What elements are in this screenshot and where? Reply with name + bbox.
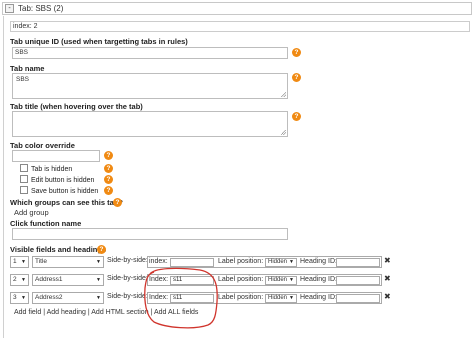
resize-grip-icon[interactable] <box>281 92 286 97</box>
index-input[interactable]: s11 <box>170 276 214 285</box>
heading-id-input[interactable] <box>336 294 380 303</box>
color-input[interactable] <box>12 150 100 162</box>
index-label: Index: <box>149 294 169 301</box>
add-group-link[interactable]: Add group <box>14 208 49 217</box>
add-heading-link[interactable]: Add heading <box>47 309 86 316</box>
color-label: Tab color override <box>10 141 75 150</box>
field-select[interactable]: Title ▼ <box>32 256 104 268</box>
label-position-label: Label position: <box>218 276 264 283</box>
checkbox-box[interactable] <box>20 164 28 172</box>
help-icon[interactable]: ? <box>97 245 106 254</box>
tab-settings-panel: index: 2 Tab unique ID (used when target… <box>3 16 473 338</box>
help-icon[interactable]: ? <box>104 186 113 195</box>
unique-id-input[interactable]: SBS <box>12 47 288 59</box>
delete-icon[interactable]: ✖ <box>384 274 391 283</box>
index-label: index: <box>149 258 168 265</box>
tab-name-label: Tab name <box>10 64 45 73</box>
field-select[interactable]: Address1 ▼ <box>32 274 104 286</box>
separator: | <box>150 309 153 316</box>
click-function-label: Click function name <box>10 219 82 228</box>
visible-fields-label: Visible fields and headings <box>10 245 107 254</box>
help-icon[interactable]: ? <box>113 198 122 207</box>
chevron-down-icon: ▼ <box>289 295 294 301</box>
tab-name-input[interactable]: SBS <box>12 73 288 99</box>
checkbox-box[interactable] <box>20 175 28 183</box>
label-position-select[interactable]: Hidden ▼ <box>265 276 297 285</box>
separator: | <box>43 309 46 316</box>
heading-id-input[interactable] <box>336 276 380 285</box>
heading-id-label: Heading ID: <box>300 258 337 265</box>
checkbox-label: Save button is hidden <box>31 188 99 195</box>
chevron-down-icon: ▼ <box>96 259 101 265</box>
tab-title-input[interactable] <box>12 111 288 137</box>
chevron-down-icon: ▼ <box>21 277 26 283</box>
chevron-down-icon: ▼ <box>96 277 101 283</box>
checkbox-box[interactable] <box>20 186 28 194</box>
help-icon[interactable]: ? <box>292 73 301 82</box>
side-by-side-label: Side-by-side: <box>107 257 148 264</box>
delete-icon[interactable]: ✖ <box>384 292 391 301</box>
label-position-label: Label position: <box>218 258 264 265</box>
field-row: 2 ▼ Address1 ▼ Side-by-side: Index: s11 La… <box>10 274 382 286</box>
chevron-down-icon: ▼ <box>21 259 26 265</box>
label-position-select[interactable]: Hidden ▼ <box>265 294 297 303</box>
add-all-fields-link[interactable]: Add ALL fields <box>154 309 199 316</box>
heading-id-label: Heading ID: <box>300 276 337 283</box>
chevron-down-icon: ▼ <box>96 295 101 301</box>
tab-title-label: Tab title (when hovering over the tab) <box>10 102 143 111</box>
add-links: Add field | Add heading | Add HTML secti… <box>14 309 198 316</box>
resize-grip-icon[interactable] <box>281 130 286 135</box>
index-input[interactable] <box>170 258 214 267</box>
index-label: Index: <box>149 276 169 283</box>
field-select[interactable]: Address2 ▼ <box>32 292 104 304</box>
tab-hidden-checkbox[interactable]: Tab is hidden <box>20 164 72 173</box>
field-row: 1 ▼ Title ▼ Side-by-side: index: Label pos… <box>10 256 382 268</box>
click-function-input[interactable] <box>12 228 288 240</box>
help-icon[interactable]: ? <box>104 175 113 184</box>
chevron-down-icon: ▼ <box>289 277 294 283</box>
index-input[interactable]: s11 <box>170 294 214 303</box>
side-by-side-group: Index: s11 Label position: Hidden ▼ Headi… <box>147 274 382 286</box>
help-icon[interactable]: ? <box>292 48 301 57</box>
label-position-select[interactable]: Hidden ▼ <box>265 258 297 267</box>
delete-icon[interactable]: ✖ <box>384 256 391 265</box>
tab-name-value: SBS <box>16 76 30 83</box>
help-icon[interactable]: ? <box>292 112 301 121</box>
field-row: 3 ▼ Address2 ▼ Side-by-side: Index: s11 La… <box>10 292 382 304</box>
separator: | <box>87 309 90 316</box>
save-hidden-checkbox[interactable]: Save button is hidden <box>20 186 98 195</box>
unique-id-label: Tab unique ID (used when targetting tabs… <box>10 37 188 46</box>
add-html-section-link[interactable]: Add HTML section <box>91 309 148 316</box>
side-by-side-label: Side-by-side: <box>107 293 148 300</box>
order-select[interactable]: 2 ▼ <box>10 274 29 286</box>
heading-id-label: Heading ID: <box>300 294 337 301</box>
checkbox-label: Tab is hidden <box>31 166 73 173</box>
heading-id-input[interactable] <box>336 258 380 267</box>
checkbox-label: Edit button is hidden <box>31 177 95 184</box>
tab-title: Tab: SBS (2) <box>18 4 64 13</box>
chevron-down-icon: ▼ <box>21 295 26 301</box>
groups-label: Which groups can see this tab? <box>10 198 123 207</box>
help-icon[interactable]: ? <box>104 151 113 160</box>
chevron-down-icon: ▼ <box>289 259 294 265</box>
index-field: index: 2 <box>10 21 470 32</box>
edit-hidden-checkbox[interactable]: Edit button is hidden <box>20 175 94 184</box>
add-field-link[interactable]: Add field <box>14 309 41 316</box>
label-position-label: Label position: <box>218 294 264 301</box>
side-by-side-group: index: Label position: Hidden ▼ Heading I… <box>147 256 382 268</box>
order-select[interactable]: 1 ▼ <box>10 256 29 268</box>
help-icon[interactable]: ? <box>104 164 113 173</box>
side-by-side-label: Side-by-side: <box>107 275 148 282</box>
collapse-toggle-icon[interactable]: - <box>5 4 14 13</box>
side-by-side-group: Index: s11 Label position: Hidden ▼ Headi… <box>147 292 382 304</box>
order-select[interactable]: 3 ▼ <box>10 292 29 304</box>
tab-header[interactable]: - Tab: SBS (2) <box>2 2 472 15</box>
